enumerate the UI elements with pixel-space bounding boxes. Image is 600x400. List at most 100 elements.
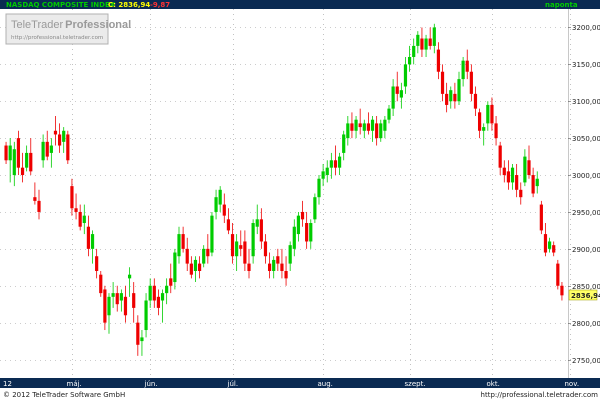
- candle-body: [560, 285, 564, 296]
- candle-body: [539, 204, 543, 231]
- candle-body: [346, 123, 350, 139]
- close-price: C: 2836,94: [108, 1, 150, 9]
- candle-body: [189, 263, 193, 275]
- x-tick-label: aug.: [318, 380, 333, 388]
- candle-body: [342, 134, 346, 153]
- candle-body: [296, 215, 301, 235]
- candle-body: [366, 123, 371, 131]
- candle-body: [202, 248, 206, 264]
- y-tick-label: 3100,00: [572, 98, 600, 106]
- candle-body: [247, 263, 251, 271]
- y-tick-label: 3000,00: [572, 172, 600, 180]
- x-tick-label: 12: [3, 380, 12, 388]
- candle-body: [535, 178, 539, 187]
- candle: [210, 211, 214, 257]
- candle-body: [407, 56, 412, 65]
- candle-body: [523, 156, 527, 183]
- candle-body: [127, 274, 132, 279]
- candle-body: [284, 270, 288, 279]
- footer-url[interactable]: http://professional.teletrader.com: [481, 391, 599, 399]
- candle-body: [391, 86, 395, 109]
- candle-body: [420, 38, 424, 50]
- candle-body: [185, 248, 189, 264]
- candle-body: [428, 38, 432, 46]
- candle-body: [461, 60, 465, 80]
- candle-body: [317, 178, 321, 198]
- candle-body: [103, 289, 107, 323]
- candle-body: [206, 248, 210, 257]
- candle-body: [119, 293, 123, 301]
- x-tick-label: máj.: [67, 380, 82, 388]
- candle-body: [86, 226, 91, 249]
- candle-body: [193, 259, 198, 271]
- candle-body: [4, 145, 8, 161]
- candle-body: [107, 296, 111, 316]
- candle-body: [416, 34, 420, 46]
- candle-body: [412, 45, 416, 57]
- y-tick-label: 3200,00: [572, 24, 600, 32]
- candle-body: [235, 241, 239, 257]
- candle-body: [173, 252, 177, 283]
- candle-body: [82, 215, 86, 224]
- candle-body: [457, 79, 461, 102]
- candle-body: [53, 130, 58, 135]
- candle-body: [57, 134, 62, 146]
- candle-body: [41, 141, 45, 161]
- candle-body: [465, 60, 469, 72]
- candle-body: [527, 160, 531, 176]
- candle-body: [49, 145, 53, 153]
- candle-body: [230, 234, 235, 257]
- candle-body: [263, 241, 268, 257]
- candle-body: [436, 49, 441, 72]
- candle-body: [181, 234, 185, 249]
- y-tick-label: 2900,00: [572, 246, 600, 254]
- candle-body: [66, 134, 70, 161]
- x-tick-label: jún.: [144, 380, 158, 388]
- candle-body: [292, 226, 296, 249]
- candle-body: [222, 204, 226, 216]
- period-label[interactable]: naponta: [545, 1, 578, 9]
- candle-body: [300, 211, 305, 220]
- candle-body: [177, 234, 181, 257]
- candle: [539, 200, 543, 235]
- candle-body: [362, 123, 366, 131]
- x-axis-bar: [0, 378, 600, 388]
- candle-body: [337, 156, 342, 168]
- candle-body: [156, 296, 161, 308]
- candle-body: [132, 293, 136, 308]
- candle-body: [74, 208, 78, 212]
- price-chart[interactable]: NASDAQ COMPOSITE INDEX C: 2836,94 -9,87 …: [0, 0, 600, 400]
- candle-body: [543, 234, 548, 253]
- candle-body: [45, 141, 49, 157]
- candle-body: [387, 108, 391, 120]
- candle-body: [494, 123, 498, 139]
- candle-body: [333, 160, 338, 168]
- y-tick-label: 3150,00: [572, 61, 600, 69]
- candle-body: [449, 90, 453, 102]
- candle-body: [111, 293, 115, 297]
- candle-body: [197, 263, 202, 271]
- candle-body: [383, 119, 387, 131]
- candle-body: [552, 245, 556, 253]
- x-tick-label: nov.: [565, 380, 580, 388]
- candle-body: [169, 278, 173, 286]
- candle-body: [375, 123, 379, 139]
- y-tick-label: 2800,00: [572, 320, 600, 328]
- candle-body: [490, 104, 494, 124]
- candle-body: [321, 171, 325, 179]
- x-tick-label: júl.: [227, 380, 239, 388]
- last-price-label: 2836,94: [571, 292, 600, 300]
- candle-body: [33, 197, 37, 201]
- candle-body: [482, 127, 486, 131]
- x-tick-label: szept.: [405, 380, 426, 388]
- candle-body: [515, 175, 519, 190]
- candle-body: [115, 293, 119, 305]
- candle-body: [272, 259, 276, 271]
- candle-body: [152, 285, 156, 301]
- candle-body: [556, 263, 560, 286]
- candle-body: [218, 189, 222, 205]
- candle-body: [251, 223, 255, 257]
- candle-body: [473, 93, 478, 109]
- y-tick-label: 2750,00: [572, 357, 600, 365]
- candle-body: [502, 167, 506, 176]
